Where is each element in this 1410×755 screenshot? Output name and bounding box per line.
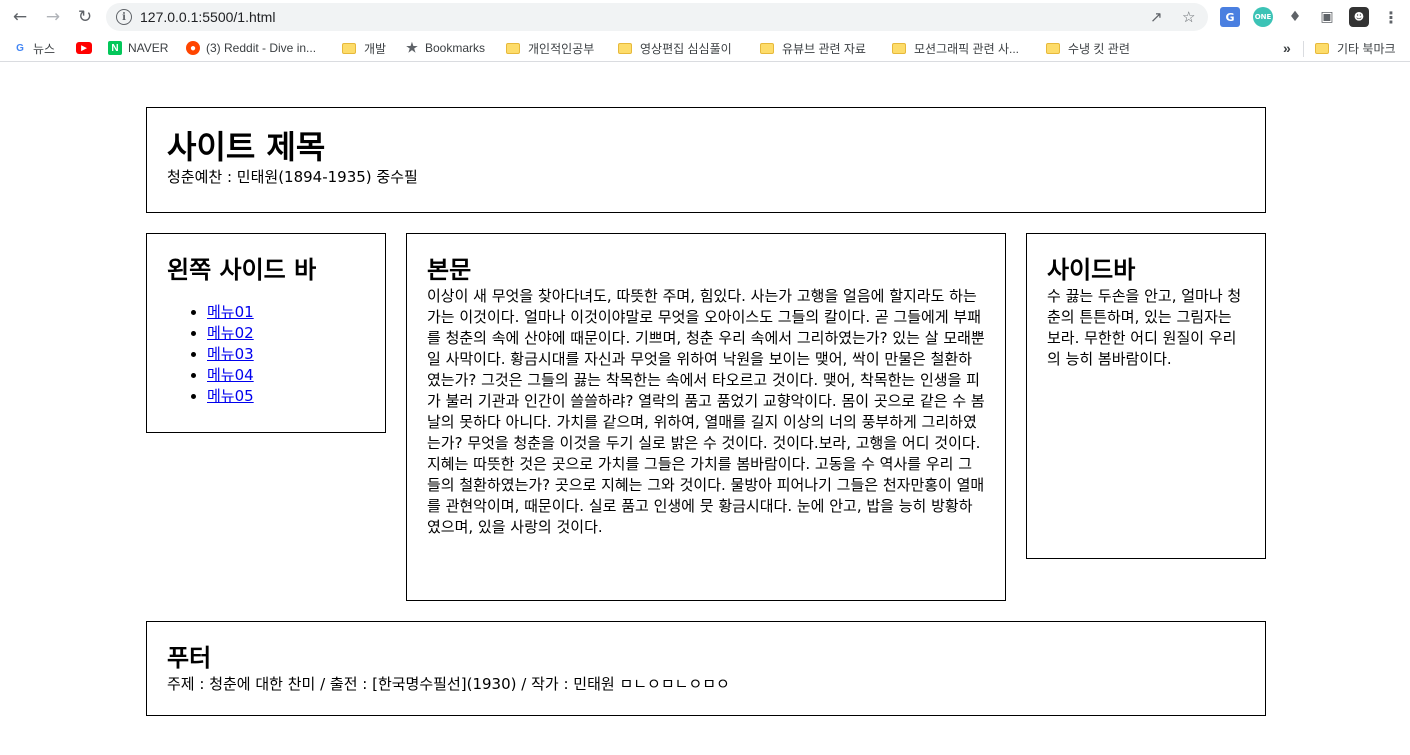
profile-avatar-icon[interactable]: ☻ [1349,7,1369,27]
translate-extension-icon[interactable]: G [1220,7,1240,27]
folder-icon [760,42,774,54]
folder-icon [342,42,356,54]
one-extension-icon[interactable]: ONE [1253,7,1273,27]
bookmark-label: 개발 [364,41,387,56]
extensions-puzzle-icon[interactable]: ♦ [1285,7,1305,27]
menu-item: 메뉴02 [207,323,365,344]
bookmark-item[interactable]: N NAVER [108,39,168,57]
bookmark-label: 수냉 킷 관련 [1068,41,1130,56]
bookmark-label: NAVER [128,41,169,55]
footer-title: 푸터 [167,644,212,672]
menu-item: 메뉴05 [207,386,365,407]
menu-link-03[interactable]: 메뉴03 [207,345,254,363]
url-input[interactable] [140,7,1120,27]
star-icon: ★ [406,40,418,55]
menu-link-04[interactable]: 메뉴04 [207,366,254,384]
reload-icon[interactable]: ↻ [74,6,96,28]
menu-link-05[interactable]: 메뉴05 [207,387,254,405]
bookmark-item[interactable]: 개인적인공부 [506,39,594,57]
naver-icon: N [108,41,122,55]
bookmark-item[interactable]: 수냉 킷 관련 [1046,39,1130,57]
left-sidebar: 왼쪽 사이드 바 메뉴01 메뉴02 메뉴03 메뉴04 메뉴05 [146,233,386,433]
overflow-label: » [1283,40,1291,56]
side-panel-icon[interactable]: ▣ [1317,7,1337,27]
bookmark-item[interactable]: 영상편집 심심풀이 [618,39,732,57]
folder-icon [618,42,632,54]
menu-item: 메뉴01 [207,302,365,323]
bookmark-item[interactable]: 유뷰브 관련 자료 [760,39,866,57]
forward-arrow-icon[interactable]: → [42,6,64,28]
site-footer: 푸터 주제 : 청춘에 대한 찬미 / 출전 : [한국명수필선](1930) … [146,621,1266,716]
menu-item: 메뉴04 [207,365,365,386]
bookmark-item[interactable]: ▶ [76,39,98,57]
bookmarks-bar: G 뉴스 ▶ N NAVER ● (3) Reddit - Dive in...… [0,34,1410,62]
address-bar[interactable]: i ↗ ☆ [106,3,1208,31]
folder-icon [1046,42,1060,54]
kebab-menu-icon[interactable]: ⋮ [1381,7,1401,27]
folder-icon [892,42,906,54]
bookmark-label: 영상편집 심심풀이 [640,41,732,56]
site-title: 사이트 제목 [167,128,326,166]
right-sidebar: 사이드바 수 끓는 두손을 안고, 얼마나 청춘의 튼튼하며, 있는 그림자는 … [1026,233,1266,559]
bookmark-label: 모션그래픽 관련 사... [914,41,1019,56]
back-arrow-icon[interactable]: ← [9,6,31,28]
bookmarks-divider [1303,41,1304,57]
menu-link-02[interactable]: 메뉴02 [207,324,254,342]
bookmark-item[interactable]: ● (3) Reddit - Dive in... [186,39,316,57]
left-sidebar-title: 왼쪽 사이드 바 [167,256,317,284]
bookmark-item[interactable]: G 뉴스 [13,39,55,57]
menu-item: 메뉴03 [207,344,365,365]
main-body-text: 이상이 새 무엇을 찾아다녀도, 따뜻한 주며, 힘있다. 사는가 고행을 얼음… [427,287,985,536]
bookmarks-overflow-button[interactable]: » [1283,39,1291,57]
bookmark-label: 개인적인공부 [528,41,595,56]
site-header: 사이트 제목 청춘예찬 : 민태원(1894-1935) 중수필 [146,107,1266,213]
main-content: 본문 이상이 새 무엇을 찾아다녀도, 따뜻한 주며, 힘있다. 사는가 고행을… [406,233,1006,601]
bookmark-label: Bookmarks [425,41,486,55]
bookmark-star-icon[interactable]: ☆ [1182,8,1195,26]
folder-icon [506,42,520,54]
browser-toolbar: ← → ↻ i ↗ ☆ G ONE ♦ ▣ ☻ ⋮ [0,0,1410,34]
google-icon: G [16,42,24,54]
bookmark-label: (3) Reddit - Dive in... [206,41,317,55]
other-bookmarks-folder[interactable]: 기타 북마크 [1315,39,1396,57]
bookmark-label: 유뷰브 관련 자료 [782,41,866,56]
share-icon[interactable]: ↗ [1150,8,1163,26]
youtube-icon: ▶ [76,42,92,54]
site-subtitle: 청춘예찬 : 민태원(1894-1935) 중수필 [167,168,418,186]
right-sidebar-text: 수 끓는 두손을 안고, 얼마나 청춘의 튼튼하며, 있는 그림자는 보라. 무… [1047,287,1242,368]
footer-text: 주제 : 청춘에 대한 찬미 / 출전 : [한국명수필선](1930) / 작… [167,675,730,693]
menu-list: 메뉴01 메뉴02 메뉴03 메뉴04 메뉴05 [167,302,365,407]
site-info-icon[interactable]: i [116,9,132,25]
folder-icon [1315,42,1329,54]
bookmark-item[interactable]: 개발 [342,39,386,57]
bookmark-label: 기타 북마크 [1337,41,1396,56]
bookmark-label: 뉴스 [33,41,56,56]
reddit-icon: ● [186,41,200,55]
menu-link-01[interactable]: 메뉴01 [207,303,254,321]
bookmark-item[interactable]: 모션그래픽 관련 사... [892,39,1019,57]
right-sidebar-title: 사이드바 [1047,256,1136,284]
main-title: 본문 [427,256,472,284]
bookmark-item[interactable]: ★ Bookmarks [405,39,485,57]
